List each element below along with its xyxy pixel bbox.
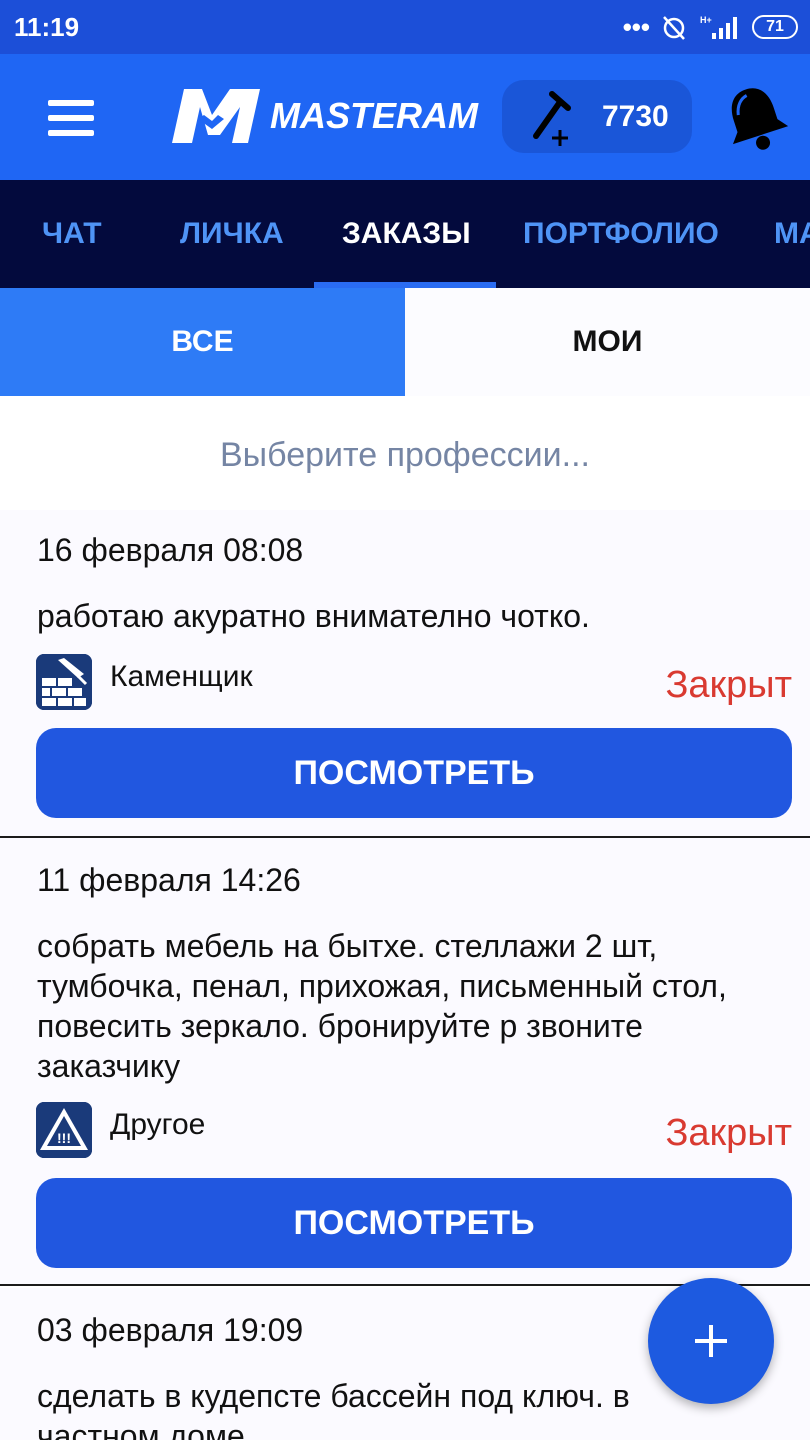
order-description: собрать мебель на бытхе. стеллажи 2 шт, … [37,928,727,1084]
masteram-logo-icon [172,89,260,143]
plus-icon [695,1325,727,1357]
order-date: 11 февраля 14:26 [37,862,301,898]
more-dots-icon: ••• [622,12,650,42]
order-card: 11 февраля 14:26 собрать мебель на бытхе… [0,838,810,1286]
warning-icon: !!! [36,1102,92,1158]
bricklayer-icon [36,654,92,710]
logo-text: MASTERAM [270,95,478,136]
add-order-button[interactable] [648,1278,774,1404]
app-bar: MASTERAM 7730 [0,54,810,180]
signal-icon: H+ [700,15,737,39]
logo: MASTERAM [168,84,478,148]
tab-chat[interactable]: ЧАТ [42,180,102,288]
bell-icon[interactable] [720,82,790,154]
alarm-off-icon [663,16,685,40]
order-status: Закрыт [665,1112,792,1154]
status-bar: 11:19 ••• H+ 71 [0,0,810,54]
order-date: 03 февраля 19:09 [37,1312,304,1348]
profession-label: Каменщик [110,660,253,693]
order-date: 16 февраля 08:08 [37,532,304,568]
view-order-button[interactable]: ПОСМОТРЕТЬ [36,728,792,818]
status-icons: ••• H+ 71 [623,12,798,42]
profession-filter[interactable]: Выберите профессии... [0,400,810,510]
svg-text:H+: H+ [700,15,712,25]
hammer-plus-icon [533,91,571,146]
balance-value: 7730 [602,99,669,133]
tab-personal[interactable]: ЛИЧКА [180,180,284,288]
order-description: сделать в кудепсте бассейн под ключ. в ч… [37,1378,630,1440]
segment-all[interactable]: ВСЕ [0,288,405,396]
tab-orders[interactable]: ЗАКАЗЫ [342,180,471,288]
tab-portfolio[interactable]: ПОРТФОЛИО [523,180,719,288]
svg-text:!!!: !!! [57,1130,71,1146]
segment-mine[interactable]: МОИ [405,288,810,396]
battery-level: 71 [766,18,784,35]
order-status: Закрыт [665,664,792,706]
tab-more[interactable]: МА [774,180,810,288]
order-card: 16 февраля 08:08 работаю акуратно внимат… [0,510,810,838]
status-time: 11:19 [14,12,80,42]
view-order-button[interactable]: ПОСМОТРЕТЬ [36,1178,792,1268]
profession-label: Другое [110,1108,206,1141]
battery-indicator: 71 [752,15,798,39]
balance-button[interactable]: 7730 [502,80,692,153]
order-description: работаю акуратно внимателно чотко. [37,598,590,634]
hamburger-menu-icon[interactable] [40,92,104,144]
tab-bar: ЧАТ ЛИЧКА ЗАКАЗЫ ПОРТФОЛИО МА [0,180,810,288]
